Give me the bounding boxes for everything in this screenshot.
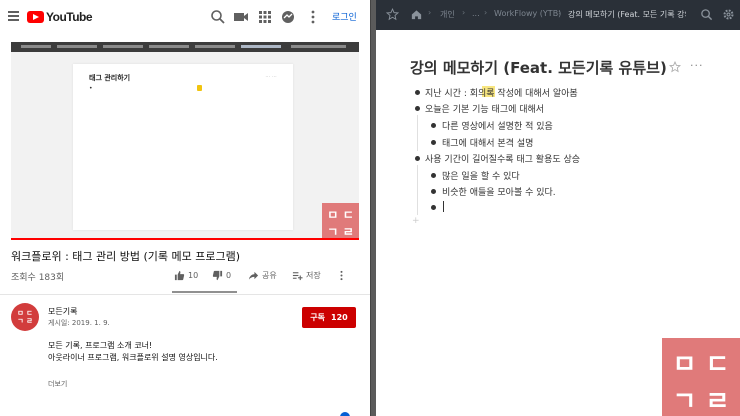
login-button[interactable]: 로그인 — [332, 10, 357, 23]
bullet-icon[interactable] — [431, 205, 436, 210]
avatar-char: ㄷ — [26, 308, 33, 317]
video-browser-toolbar — [11, 42, 359, 52]
bullet-icon[interactable] — [415, 106, 420, 111]
logo-char: ㅁ — [327, 208, 339, 222]
page-menu-icon[interactable]: ··· — [690, 59, 704, 72]
logo-char: ㄱ — [672, 387, 697, 416]
dislike-count: 0 — [226, 271, 232, 280]
more-vert-icon — [340, 270, 343, 281]
share-label: 공유 — [262, 271, 277, 280]
indent-guide — [417, 165, 418, 215]
description-line: 모든 기록, 프로그램 소개 코너! — [48, 341, 153, 350]
bullet-icon[interactable] — [415, 90, 420, 95]
messages-icon[interactable] — [280, 9, 296, 25]
youtube-panel: YouTube 로그인 태그 관리하기 ⋯ ⋯ • ㅁ ㄷ ㄱ ㄹ 워크플로위 … — [0, 0, 370, 416]
publish-date: 게시일: 2019. 1. 9. — [48, 319, 110, 327]
breadcrumb-item[interactable]: ... — [472, 9, 480, 18]
apps-grid-icon[interactable] — [257, 9, 273, 25]
video-description: 모든 기록, 프로그램 소개 코너! 아웃라이너 프로그램, 워크플로위 설명 … — [48, 340, 218, 364]
outline-item[interactable]: 지난 시간 : 회의록 작성에 대해서 알아봄 — [425, 86, 578, 99]
show-more-button[interactable]: 더보기 — [48, 379, 67, 389]
bullet-icon[interactable] — [431, 189, 436, 194]
scroll-indicator — [340, 412, 350, 416]
thumbs-down-icon — [212, 270, 223, 281]
channel-avatar[interactable]: ㅁ ㄷ ㄱ ㄹ — [11, 303, 39, 331]
add-item-button[interactable]: + — [412, 216, 420, 226]
video-frame-bullet: • — [89, 85, 93, 92]
logo-char: ㄷ — [342, 208, 354, 222]
settings-gear-icon[interactable] — [722, 8, 735, 21]
video-player[interactable]: 태그 관리하기 ⋯ ⋯ • ㅁ ㄷ ㄱ ㄹ — [11, 42, 359, 240]
screen: YouTube 로그인 태그 관리하기 ⋯ ⋯ • ㅁ ㄷ ㄱ ㄹ 워크플로위 … — [0, 0, 740, 416]
share-button[interactable]: 공유 — [248, 270, 277, 281]
video-progress-bar[interactable] — [11, 238, 359, 240]
breadcrumb-item[interactable]: 개인 — [440, 9, 455, 20]
home-icon[interactable] — [410, 8, 423, 21]
avatar-char: ㅁ — [17, 308, 24, 317]
video-frame-dots: ⋯ ⋯ — [265, 74, 277, 80]
video-watermark-logo: ㅁ ㄷ ㄱ ㄹ — [322, 203, 359, 240]
outline-item[interactable]: 오늘은 기본 기능 태그에 대해서 — [425, 102, 544, 115]
like-ratio-bar — [172, 291, 237, 293]
star-icon[interactable] — [386, 8, 399, 21]
video-title: 워크플로위 : 태그 관리 방법 (기록 메모 프로그램) — [11, 250, 241, 263]
outline-item[interactable]: 많은 일을 할 수 있다 — [442, 169, 520, 182]
bullet-icon[interactable] — [431, 123, 436, 128]
more-actions-button[interactable] — [336, 270, 347, 281]
video-actions: 10 0 공유 저장 — [170, 270, 360, 286]
like-count: 10 — [188, 271, 199, 280]
youtube-logo-text: YouTube — [46, 10, 93, 24]
menu-icon[interactable] — [8, 11, 19, 21]
avatar-char: ㄱ — [17, 316, 24, 325]
dislike-button[interactable]: 0 — [212, 270, 231, 281]
workflowy-topbar: › 개인 › ... › WorkFlowy (YTB) › 강의 메모하기 (… — [376, 0, 740, 30]
channel-name[interactable]: 모든기록 — [48, 306, 77, 317]
logo-char: ㄷ — [705, 350, 730, 380]
divider — [0, 294, 370, 295]
breadcrumb-separator: › — [484, 8, 488, 17]
text-caret — [443, 201, 444, 212]
breadcrumb-separator: › — [428, 8, 432, 17]
breadcrumb-current[interactable]: 강의 메모하기 (Feat. 모든 기록 강의 — [568, 9, 686, 20]
indent-guide — [417, 115, 418, 151]
breadcrumb-item[interactable]: WorkFlowy (YTB) — [494, 9, 561, 18]
video-frame-title: 태그 관리하기 — [89, 74, 131, 82]
more-vert-icon[interactable] — [305, 9, 321, 25]
share-icon — [248, 271, 259, 280]
outline-item[interactable]: 다른 영상에서 설명한 적 있음 — [442, 119, 553, 132]
save-button[interactable]: 저장 — [292, 270, 321, 281]
subscriber-count: 120 — [331, 313, 348, 322]
logo-char: ㄹ — [705, 387, 730, 416]
outline-item[interactable]: 비슷한 애들을 모아볼 수 있다. — [442, 185, 556, 198]
watermark-logo: ㅁ ㄷ ㄱ ㄹ — [662, 338, 740, 416]
breadcrumb-separator: › — [558, 8, 562, 17]
workflowy-panel: › 개인 › ... › WorkFlowy (YTB) › 강의 메모하기 (… — [376, 0, 740, 416]
thumbs-up-icon — [174, 270, 185, 281]
like-button[interactable]: 10 — [174, 270, 198, 281]
page-title[interactable]: 강의 메모하기 (Feat. 모든기록 유튜브) — [410, 57, 667, 78]
breadcrumb-separator: › — [462, 8, 466, 17]
outline-item[interactable]: 태그에 대해서 본격 설명 — [442, 136, 533, 149]
youtube-logo[interactable]: YouTube — [27, 10, 93, 24]
video-frame-page: 태그 관리하기 ⋯ ⋯ • — [73, 64, 293, 230]
subscribe-button[interactable]: 구독 120 — [302, 307, 356, 328]
bullet-icon[interactable] — [415, 156, 420, 161]
search-icon[interactable] — [210, 9, 226, 25]
search-icon[interactable] — [700, 8, 713, 21]
view-count: 조회수 183회 — [11, 273, 65, 283]
add-to-playlist-icon — [292, 272, 303, 281]
bullet-icon[interactable] — [431, 173, 436, 178]
description-line: 아웃라이너 프로그램, 워크플로위 설명 영상입니다. — [48, 353, 218, 362]
subscribe-label: 구독 — [310, 313, 326, 322]
favorite-star-icon[interactable] — [669, 61, 681, 73]
logo-char: ㅁ — [672, 350, 697, 380]
bullet-icon[interactable] — [431, 140, 436, 145]
save-label: 저장 — [306, 271, 321, 280]
upload-video-icon[interactable] — [233, 9, 249, 25]
video-frame-cursor-icon — [197, 85, 202, 91]
outline-item[interactable]: 사용 기간이 길어질수록 태그 활용도 상승 — [425, 152, 580, 165]
youtube-header: YouTube 로그인 — [0, 0, 370, 34]
youtube-play-icon — [27, 11, 44, 23]
avatar-char: ㄹ — [26, 316, 33, 325]
